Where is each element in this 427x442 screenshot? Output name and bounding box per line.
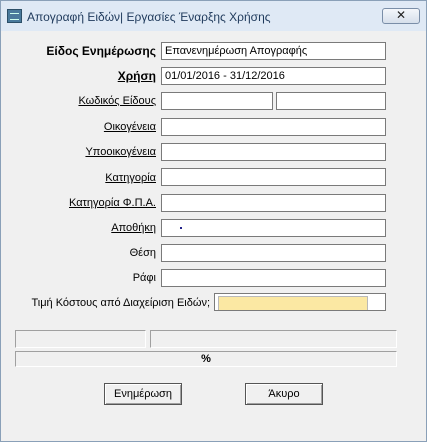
update-button[interactable]: Ενημέρωση — [104, 383, 182, 405]
cost-price-field[interactable] — [214, 293, 386, 311]
item-code-to-field[interactable] — [276, 92, 386, 110]
app-icon — [7, 9, 22, 23]
update-type-label: Είδος Ενημέρωσης — [46, 44, 156, 58]
family-label[interactable]: Οικογένεια — [104, 121, 156, 133]
cancel-button[interactable]: Άκυρο — [245, 383, 323, 405]
close-button[interactable]: ✕ — [382, 8, 420, 24]
status-panel-left — [15, 330, 146, 348]
cost-price-label: Τιμή Κόστους από Διαχείριση Ειδών; — [31, 297, 210, 309]
progress-percent-label: % — [201, 353, 211, 365]
progress-bar: % — [15, 351, 397, 367]
shelf-label: Ράφι — [132, 272, 156, 284]
dialog-window: Απογραφή Ειδών| Εργασίες Έναρξης Χρήσης … — [0, 0, 427, 442]
vat-category-label[interactable]: Κατηγορία Φ.Π.Α. — [69, 197, 156, 209]
item-code-from-field[interactable] — [161, 92, 273, 110]
fiscal-year-field[interactable]: 01/01/2016 - 31/12/2016 — [161, 67, 386, 85]
subfamily-label[interactable]: Υποοικογένεια — [85, 146, 156, 158]
title-bar[interactable]: Απογραφή Ειδών| Εργασίες Έναρξης Χρήσης … — [1, 1, 426, 31]
item-code-label[interactable]: Κωδικός Είδους — [78, 95, 156, 107]
shelf-field[interactable] — [161, 269, 386, 287]
vat-category-field[interactable] — [161, 194, 386, 212]
subfamily-field[interactable] — [161, 143, 386, 161]
window-title: Απογραφή Ειδών| Εργασίες Έναρξης Χρήσης — [27, 10, 271, 24]
family-field[interactable] — [161, 118, 386, 136]
update-type-field[interactable]: Επανενημέρωση Απογραφής — [161, 42, 386, 60]
warehouse-field[interactable] — [161, 219, 386, 237]
position-label: Θέση — [129, 247, 156, 259]
fiscal-year-label[interactable]: Χρήση — [118, 69, 156, 83]
text-cursor — [180, 227, 182, 229]
category-label[interactable]: Κατηγορία — [105, 172, 156, 184]
category-field[interactable] — [161, 168, 386, 186]
status-panel-right — [150, 330, 397, 348]
position-field[interactable] — [161, 244, 386, 262]
cost-price-highlight — [218, 296, 368, 310]
warehouse-label[interactable]: Αποθήκη — [111, 222, 156, 234]
